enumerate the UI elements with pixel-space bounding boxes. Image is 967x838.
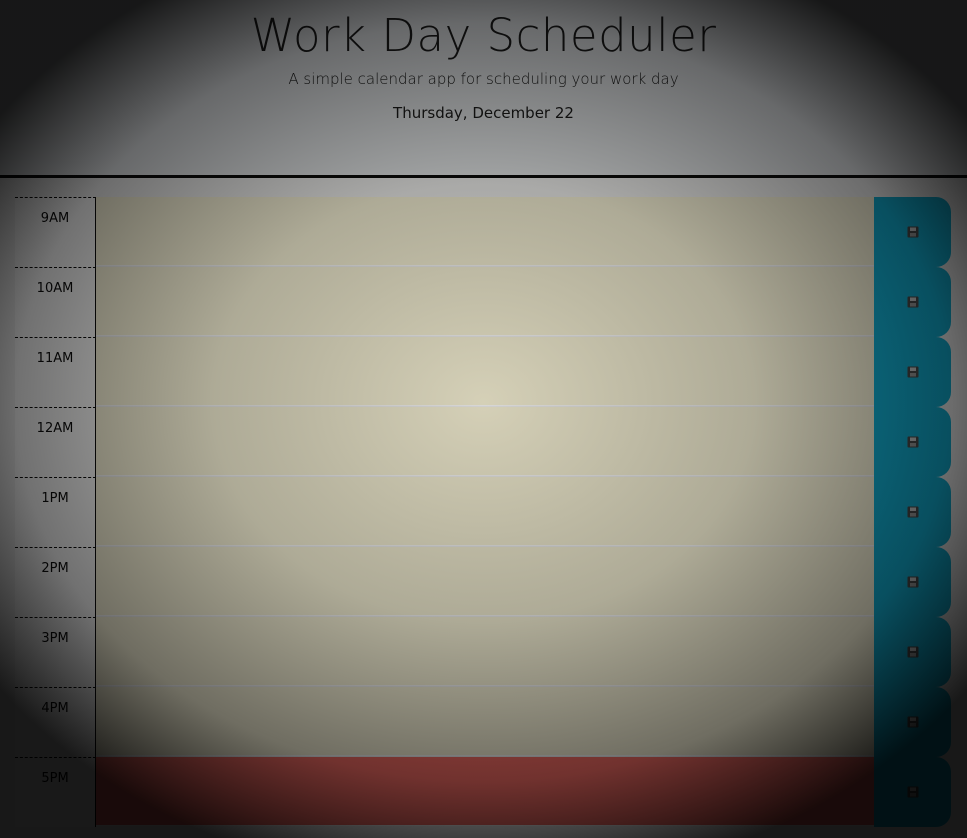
time-block-row: 1PM — [15, 477, 951, 547]
save-button[interactable] — [874, 687, 951, 757]
floppy-disk-icon — [907, 646, 918, 658]
page-title: Work Day Scheduler — [250, 9, 717, 62]
time-block-row: 5PM — [15, 757, 951, 827]
save-button[interactable] — [874, 617, 951, 687]
hour-label: 10AM — [15, 267, 96, 337]
event-description-input[interactable] — [96, 757, 874, 826]
floppy-disk-icon — [907, 506, 918, 518]
hour-text: 10AM — [36, 281, 74, 296]
scheduler-page: Work Day Scheduler A simple calendar app… — [0, 0, 967, 838]
time-block-row: 4PM — [15, 687, 951, 757]
event-description-input[interactable] — [96, 407, 874, 476]
save-button[interactable] — [874, 477, 951, 547]
hour-label: 12AM — [15, 407, 96, 477]
time-block-row: 3PM — [15, 617, 951, 687]
hour-text: 12AM — [36, 421, 74, 436]
floppy-disk-icon — [907, 226, 918, 238]
time-block-list: 9AM 10AM 11AM 12AM 1PM 2PM 3PM 4PM 5PM — [15, 197, 951, 827]
hour-label: 4PM — [15, 687, 96, 757]
hour-label: 11AM — [15, 337, 96, 407]
floppy-disk-icon — [907, 786, 918, 798]
hour-text: 2PM — [41, 561, 69, 576]
hour-label: 9AM — [15, 197, 96, 267]
hour-text: 11AM — [36, 351, 74, 366]
time-block-row: 2PM — [15, 547, 951, 617]
hour-text: 9AM — [40, 211, 70, 226]
floppy-disk-icon — [907, 576, 918, 588]
save-button[interactable] — [874, 547, 951, 617]
save-button[interactable] — [874, 267, 951, 337]
save-button[interactable] — [874, 337, 951, 407]
hour-label: 1PM — [15, 477, 96, 547]
floppy-disk-icon — [907, 716, 918, 728]
hour-text: 3PM — [41, 631, 69, 646]
event-description-input[interactable] — [96, 337, 874, 406]
save-button[interactable] — [874, 197, 951, 267]
event-description-input[interactable] — [96, 197, 874, 266]
event-description-input[interactable] — [96, 267, 874, 336]
floppy-disk-icon — [907, 366, 918, 378]
hour-text: 4PM — [41, 701, 69, 716]
event-description-input[interactable] — [96, 687, 874, 756]
event-description-input[interactable] — [96, 477, 874, 546]
event-description-input[interactable] — [96, 617, 874, 686]
hour-label: 3PM — [15, 617, 96, 687]
time-block-row: 10AM — [15, 267, 951, 337]
page-subtitle: A simple calendar app for scheduling you… — [288, 70, 679, 88]
event-description-input[interactable] — [96, 547, 874, 616]
floppy-disk-icon — [907, 296, 918, 308]
hour-text: 5PM — [41, 771, 69, 786]
save-button[interactable] — [874, 757, 951, 827]
hour-label: 2PM — [15, 547, 96, 617]
time-block-row: 11AM — [15, 337, 951, 407]
hour-text: 1PM — [41, 491, 69, 506]
hour-label: 5PM — [15, 757, 96, 827]
save-button[interactable] — [874, 407, 951, 477]
floppy-disk-icon — [907, 436, 918, 448]
time-block-row: 12AM — [15, 407, 951, 477]
time-block-row: 9AM — [15, 197, 951, 267]
header-jumbotron: Work Day Scheduler A simple calendar app… — [0, 0, 967, 178]
current-day: Thursday, December 22 — [393, 104, 574, 122]
